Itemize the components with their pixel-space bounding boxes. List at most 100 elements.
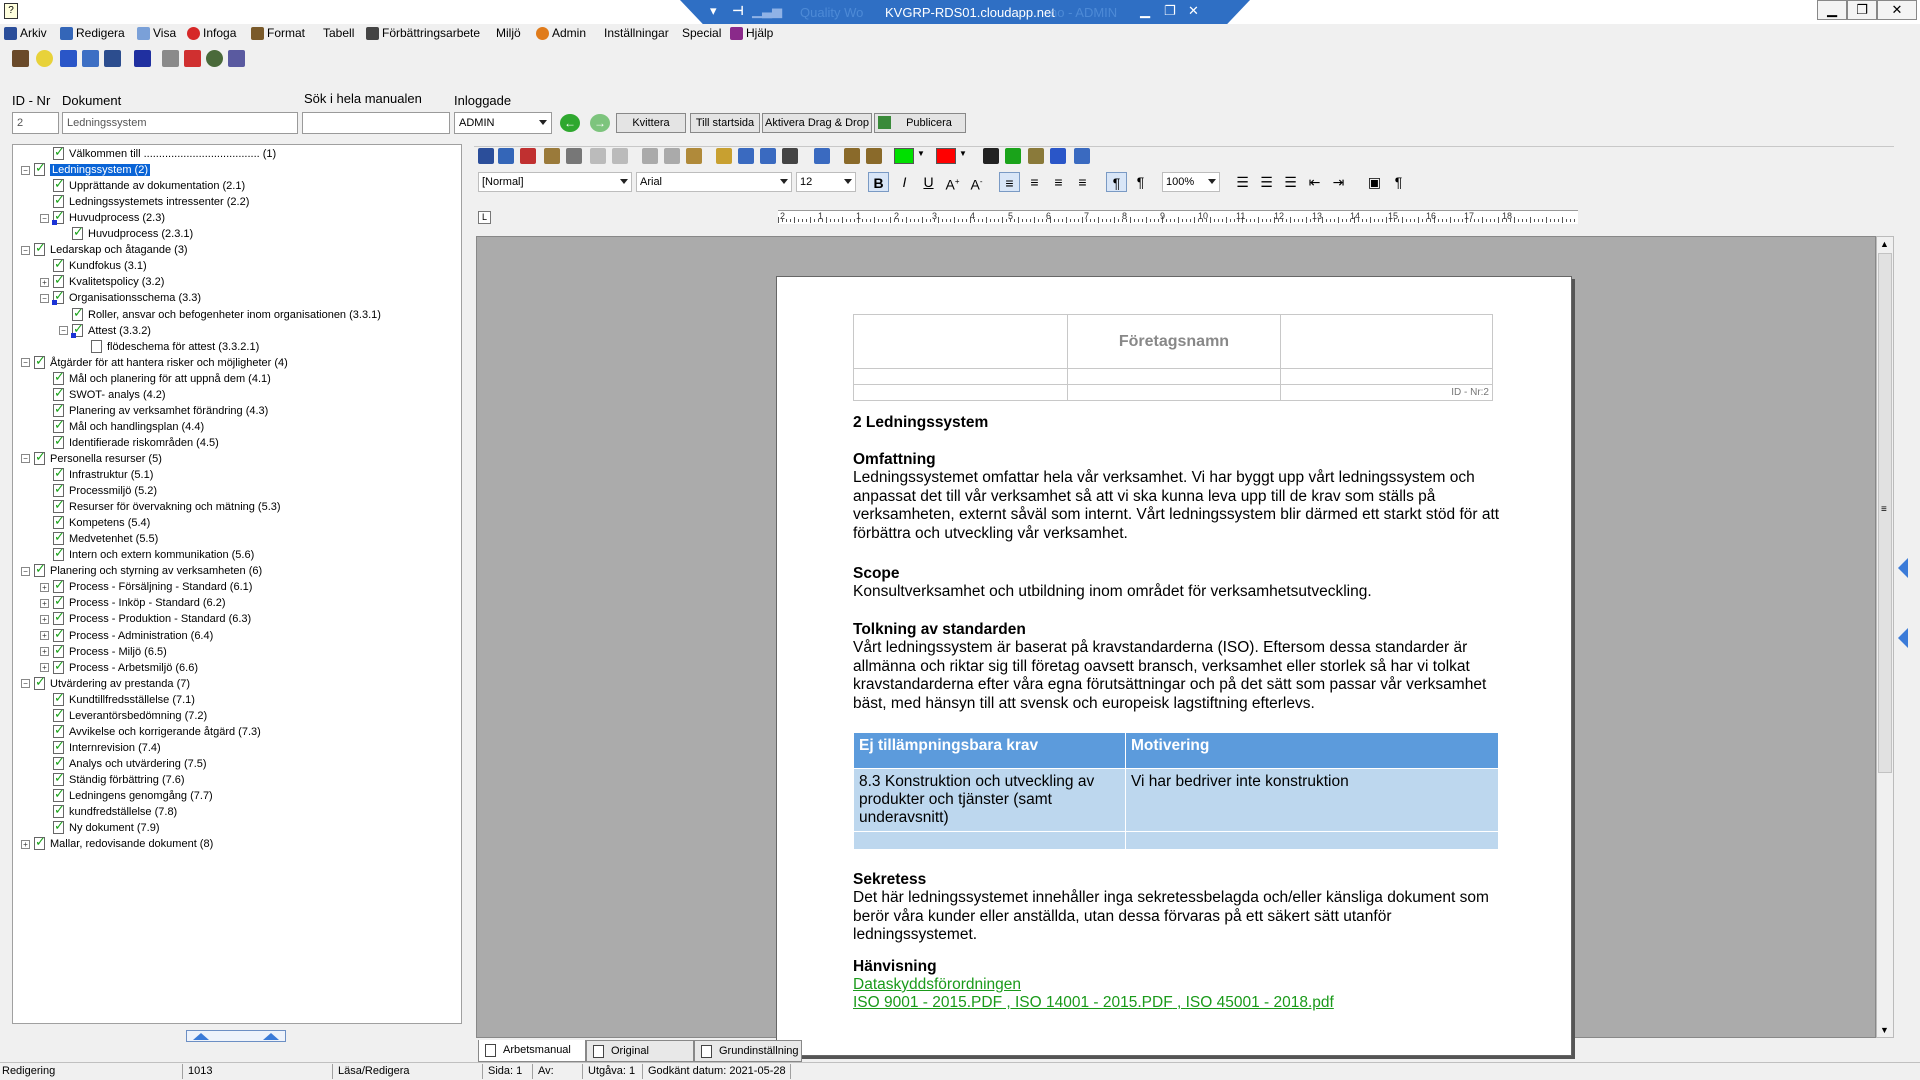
multilevel-list-button[interactable]: ☰ [1280,172,1301,192]
table-icon[interactable] [814,148,830,164]
underline-button[interactable]: U [918,172,939,192]
menu-infoga[interactable]: Infoga [187,26,236,40]
insert-object-icon[interactable] [738,148,754,164]
page-break-button[interactable]: ▣ [1364,172,1385,192]
collapse-icon[interactable]: − [21,454,30,464]
ruler-strip[interactable]: 2 1 1 2 3 4 5 6 7 8 9 10 11 12 13 14 15 16 17 18 [778,210,1578,224]
collapse-icon[interactable]: − [59,326,68,336]
font-select[interactable]: Arial [636,172,792,192]
settings-icon[interactable] [1074,148,1090,164]
paste-icon[interactable] [686,148,702,164]
arrow-down-icon[interactable]: ▼ [1880,1025,1889,1035]
copy-document-icon[interactable] [544,148,560,164]
link-iso14001[interactable]: ISO 14001 - 2015.PDF [1015,994,1173,1011]
document-field[interactable]: Ledningssystem [62,112,298,134]
tree-item[interactable]: ✓ Mål och planering för att uppnå dem (4.… [40,369,271,387]
justify-button[interactable]: ≡ [1072,172,1093,192]
fill-color-swatch[interactable] [894,148,914,164]
bold-button[interactable]: B [868,172,889,192]
shrink-font-button[interactable]: A- [966,172,987,193]
align-center-button[interactable]: ≡ [1024,172,1045,192]
tab-original[interactable]: Original [586,1040,694,1062]
tree-item[interactable]: ✓ Analys och utvärdering (7.5) [40,754,207,772]
menu-arkiv[interactable]: Arkiv [4,26,47,40]
search-input[interactable] [302,112,450,134]
restore-button[interactable]: ❐ [1847,0,1877,20]
show-formatting-button[interactable]: ¶ [1388,172,1409,192]
globe-icon[interactable] [206,50,223,67]
arrow-up-icon[interactable]: ▲ [1880,239,1889,249]
decrease-indent-button[interactable]: ⇤ [1304,172,1325,192]
special-link-icon[interactable] [866,148,882,164]
undo-icon[interactable] [590,148,606,164]
document-page[interactable]: Företagsnamn ID - Nr:2 2 Ledningssystem … [776,276,1572,1056]
send-icon[interactable] [228,50,245,67]
tree-item[interactable]: − ✓ Utvärdering av prestanda (7) [21,674,190,692]
table-header-requirement[interactable]: Ej tillämpningsbara krav [853,732,1126,769]
approve-check-icon[interactable] [1005,148,1021,164]
header-cell[interactable] [853,368,1068,385]
add-document-icon[interactable] [498,148,514,164]
remote-desktop-connection-bar[interactable]: ▾ ⊣ ▁▃▅ Quality Wo KVGRP-RDS01.cloudapp.… [680,0,1250,24]
document-tree[interactable]: ✓ Välkommen till ........................… [12,144,462,1024]
report-icon[interactable] [1028,148,1044,164]
collapse-icon[interactable]: − [21,245,30,255]
tree-item[interactable]: ✓ Planering av verksamhet förändring (4.3… [40,401,268,419]
document-icon[interactable] [134,50,151,67]
tree-item[interactable]: ✓ Ledningens genomgång (7.7) [40,786,213,804]
copy-icon[interactable] [664,148,680,164]
idea-icon[interactable] [36,50,53,67]
tree-item[interactable]: ✓ Intern och extern kommunikation (5.6) [40,545,254,563]
collapse-icon[interactable]: − [21,165,30,175]
chevron-down-icon[interactable]: ▼ [917,149,925,158]
header-cell[interactable] [1280,368,1493,385]
section-heading-tolkning[interactable]: Tolkning av standarden [853,621,1503,640]
tree-item[interactable]: ✓ Roller, ansvar och befogenheter inom or… [59,305,381,323]
tab-arbetsmanual[interactable]: Arbetsmanual [478,1040,586,1062]
tree-item[interactable]: flödeschema för attest (3.3.2.1) [78,339,259,355]
draw-icon[interactable] [782,148,798,164]
tree-item[interactable]: − ✓ Ledarskap och åtagande (3) [21,240,188,258]
hyperlink-icon[interactable] [844,148,860,164]
menu-redigera[interactable]: Redigera [60,26,125,40]
header-cell[interactable] [1066,384,1282,401]
link-icon[interactable] [566,148,582,164]
chevron-down-icon[interactable]: ▾ [710,3,717,19]
cut-icon[interactable] [642,148,658,164]
tree-item[interactable]: − ✓ Organisationsschema (3.3) [40,288,201,306]
move-icon[interactable] [983,148,999,164]
expand-icon[interactable]: + [40,598,49,608]
tree-item[interactable]: ✓ Leverantörsbedömning (7.2) [40,706,207,724]
header-cell[interactable] [1066,368,1282,385]
menu-tabell[interactable]: Tabell [323,26,354,40]
help-doc-icon[interactable] [1050,148,1066,164]
table-cell-requirement[interactable]: 8.3 Konstruktion och utveckling av produ… [853,768,1126,832]
menu-miljo[interactable]: Miljö [496,26,521,40]
collapse-icon[interactable]: − [40,293,49,303]
increase-indent-button[interactable]: ⇥ [1328,172,1349,192]
header-cell[interactable] [853,384,1068,401]
italic-button[interactable]: I [894,172,915,192]
menu-special[interactable]: Special [682,26,721,40]
expand-icon[interactable]: + [21,839,30,849]
id-field[interactable]: 2 [12,112,59,134]
minimize-button[interactable]: ▁ [1817,0,1847,20]
tree-collapse-handle[interactable] [186,1030,286,1042]
tree-tool-icon[interactable] [12,50,29,67]
tree-item[interactable]: ✓ Resurser för övervakning och mätning (5… [40,497,281,515]
pin-icon[interactable]: ⊣ [732,3,744,19]
menu-installningar[interactable]: Inställningar [604,26,669,40]
table-cell-empty[interactable] [1125,831,1499,850]
link-dataskydd[interactable]: Dataskyddsförordningen [853,976,1021,993]
tree-item[interactable]: ✓ Identifierade riskområden (4.5) [40,433,219,451]
font-size-select[interactable]: 12 [796,172,856,192]
tree-item[interactable]: + ✓ Process - Försäljning - Standard (6.1) [40,577,252,595]
tree-item[interactable]: + ✓ Process - Inköp - Standard (6.2) [40,593,226,611]
tab-stop-icon[interactable]: L [478,211,491,224]
drag-drop-button[interactable]: Aktivera Drag & Drop [762,113,872,133]
tree-item[interactable]: − ✓ Huvudprocess (2.3) [40,208,165,226]
collapse-icon[interactable]: − [40,213,49,223]
id-number[interactable]: ID - Nr:2 [1280,384,1493,401]
menu-format[interactable]: Format [251,26,305,40]
expand-icon[interactable]: + [40,582,49,592]
